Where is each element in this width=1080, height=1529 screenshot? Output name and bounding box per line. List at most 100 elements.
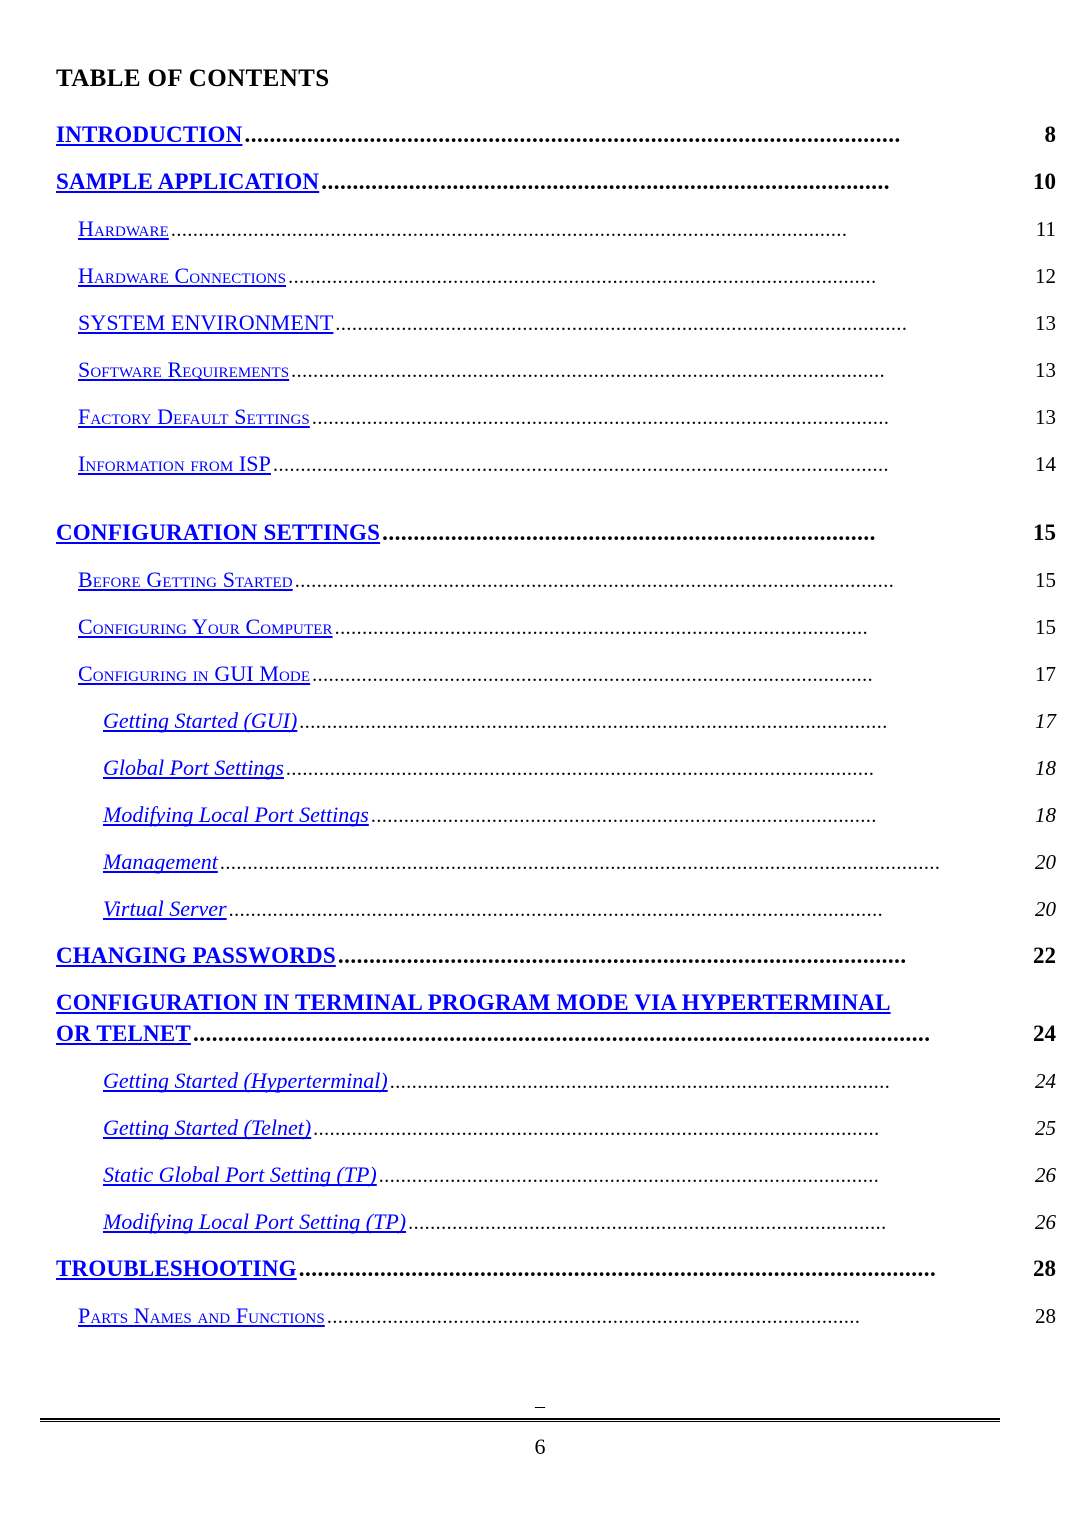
- toc-page-number: 13: [1035, 311, 1056, 335]
- toc-entry-row[interactable]: Hardware................................…: [0, 216, 1080, 263]
- toc-page-number: 20: [1035, 897, 1056, 921]
- toc-leader-dots: ........................................…: [334, 617, 869, 639]
- toc-leader-dots: ........................................…: [311, 407, 890, 429]
- toc-leader-dots: ........................................…: [285, 758, 875, 780]
- toc-leader-dots: ........................................…: [170, 219, 848, 241]
- toc-entry-multiline[interactable]: CONFIGURATION IN TERMINAL PROGRAM MODE V…: [0, 990, 1080, 1068]
- toc-entry-row[interactable]: Parts Names and Functions...............…: [0, 1303, 1080, 1350]
- toc-entry-label[interactable]: SAMPLE APPLICATION: [56, 169, 319, 195]
- toc-page-number: 26: [1035, 1163, 1056, 1187]
- toc-leader-dots: ........................................…: [378, 1165, 880, 1187]
- toc-entry-row[interactable]: Static Global Port Setting (TP).........…: [0, 1162, 1080, 1209]
- toc-entry-label[interactable]: Getting Started (GUI): [103, 708, 297, 734]
- toc-entry-label[interactable]: CONFIGURATION SETTINGS: [56, 520, 380, 546]
- toc-page-number: 12: [1035, 264, 1056, 288]
- toc-entry-row[interactable]: Hardware Connections....................…: [0, 263, 1080, 310]
- toc-entry-label[interactable]: INTRODUCTION: [56, 122, 242, 148]
- toc-entry-row[interactable]: Information from ISP....................…: [0, 451, 1080, 498]
- toc-entry-row[interactable]: Factory Default Settings................…: [0, 404, 1080, 451]
- toc-page-number: 14: [1035, 452, 1056, 476]
- toc-page-number: 15: [1035, 568, 1056, 592]
- toc-entry-row[interactable]: Configuring in GUI Mode.................…: [0, 661, 1080, 708]
- toc-entry-label[interactable]: Global Port Settings: [103, 755, 284, 781]
- toc-entry-row[interactable]: Virtual Server..........................…: [0, 896, 1080, 943]
- toc-leader-dots: ........................................…: [228, 899, 884, 921]
- toc-entry-row[interactable]: Getting Started (Telnet)................…: [0, 1115, 1080, 1162]
- toc-entry-label[interactable]: CHANGING PASSWORDS: [56, 943, 336, 969]
- toc-page-number: 8: [1044, 122, 1057, 147]
- toc-page-number: 13: [1035, 405, 1056, 429]
- table-of-contents-list: INTRODUCTION............................…: [0, 122, 1080, 1350]
- toc-entry-row[interactable]: SAMPLE APPLICATION......................…: [0, 169, 1080, 216]
- toc-leader-dots: ........................................…: [408, 1212, 887, 1234]
- toc-entry-label[interactable]: Before Getting Started: [78, 567, 293, 593]
- toc-entry-label[interactable]: TROUBLESHOOTING: [56, 1256, 297, 1282]
- toc-entry-row[interactable]: SYSTEM ENVIRONMENT......................…: [0, 310, 1080, 357]
- toc-entry-label[interactable]: Parts Names and Functions: [78, 1303, 325, 1329]
- toc-entry-row[interactable]: Modifying Local Port Settings...........…: [0, 802, 1080, 849]
- toc-page-number: 15: [1035, 615, 1056, 639]
- toc-page-number: 28: [1035, 1304, 1056, 1328]
- toc-leader-dots: ........................................…: [337, 943, 907, 968]
- footer-page-number: 6: [534, 1434, 546, 1459]
- toc-entry-label[interactable]: SYSTEM ENVIRONMENT: [78, 310, 333, 336]
- toc-page-number: 15: [1033, 520, 1056, 545]
- toc-leader-dots: ........................................…: [335, 313, 908, 335]
- toc-leader-dots: ........................................…: [321, 169, 890, 194]
- toc-leader-dots: ........................................…: [382, 520, 876, 545]
- toc-entry-row[interactable]: Modifying Local Port Setting (TP).......…: [0, 1209, 1080, 1256]
- toc-page-number: 10: [1033, 169, 1056, 194]
- toc-leader-dots: ........................................…: [313, 1118, 880, 1140]
- toc-entry-label-line2[interactable]: OR TELNET: [56, 1021, 191, 1047]
- toc-entry-label[interactable]: Virtual Server: [103, 896, 227, 922]
- toc-entry-row[interactable]: Configuring Your Computer...............…: [0, 614, 1080, 661]
- page-title: TABLE OF CONTENTS: [56, 65, 330, 92]
- toc-entry-label[interactable]: Management: [103, 849, 218, 875]
- toc-entry-label[interactable]: Static Global Port Setting (TP): [103, 1162, 377, 1188]
- toc-entry-row[interactable]: CONFIGURATION SETTINGS..................…: [0, 520, 1080, 567]
- toc-leader-dots: ........................................…: [298, 1256, 937, 1281]
- toc-entry-label[interactable]: Hardware Connections: [78, 263, 286, 289]
- toc-entry-row[interactable]: Before Getting Started..................…: [0, 567, 1080, 614]
- toc-entry-label[interactable]: Configuring in GUI Mode: [78, 661, 310, 687]
- toc-leader-dots: ........................................…: [299, 711, 888, 733]
- toc-entry-row[interactable]: Getting Started (GUI)...................…: [0, 708, 1080, 755]
- toc-leader-dots: ........................................…: [291, 360, 886, 382]
- toc-entry-label[interactable]: Getting Started (Telnet): [103, 1115, 311, 1141]
- toc-entry-label[interactable]: Getting Started (Hyperterminal): [103, 1068, 388, 1094]
- toc-leader-dots: ........................................…: [370, 805, 877, 827]
- toc-page-number: 28: [1033, 1256, 1056, 1281]
- toc-entry-row[interactable]: TROUBLESHOOTING.........................…: [0, 1256, 1080, 1303]
- toc-leader-dots: ........................................…: [192, 1021, 931, 1046]
- toc-page-number: 18: [1035, 756, 1056, 780]
- toc-page-number: 26: [1035, 1210, 1056, 1234]
- toc-entry-row[interactable]: Software Requirements...................…: [0, 357, 1080, 404]
- toc-entry-row[interactable]: Management..............................…: [0, 849, 1080, 896]
- toc-entry-label[interactable]: Factory Default Settings: [78, 404, 310, 430]
- toc-entry-label-line1[interactable]: CONFIGURATION IN TERMINAL PROGRAM MODE V…: [56, 990, 986, 1016]
- toc-entry-label[interactable]: Hardware: [78, 216, 169, 242]
- toc-entry-row[interactable]: Global Port Settings....................…: [0, 755, 1080, 802]
- toc-leader-dots: ........................................…: [389, 1071, 891, 1093]
- toc-leader-dots: ........................................…: [272, 454, 889, 476]
- toc-page-number: 17: [1035, 709, 1056, 733]
- toc-entry-label[interactable]: Modifying Local Port Setting (TP): [103, 1209, 406, 1235]
- toc-entry-label[interactable]: Configuring Your Computer: [78, 614, 333, 640]
- toc-page-number: 22: [1033, 943, 1056, 968]
- toc-entry-row[interactable]: CHANGING PASSWORDS......................…: [0, 943, 1080, 990]
- toc-entry-label[interactable]: Modifying Local Port Settings: [103, 802, 369, 828]
- toc-page-number: 24: [1035, 1069, 1056, 1093]
- toc-entry-row[interactable]: INTRODUCTION............................…: [0, 122, 1080, 169]
- toc-page-number: 24: [1033, 1021, 1056, 1046]
- toc-entry-label[interactable]: Information from ISP: [78, 451, 271, 477]
- footer-divider: [40, 1418, 1000, 1422]
- toc-leader-dots: ........................................…: [288, 266, 877, 288]
- toc-entry-label[interactable]: Software Requirements: [78, 357, 289, 383]
- toc-leader-dots: ........................................…: [244, 122, 901, 147]
- toc-page-number: 11: [1035, 217, 1056, 241]
- toc-entry-row[interactable]: Getting Started (Hyperterminal).........…: [0, 1068, 1080, 1115]
- toc-entry-row[interactable]: OR TELNET...............................…: [0, 1021, 1080, 1068]
- toc-leader-dots: ........................................…: [312, 664, 874, 686]
- toc-page-number: 18: [1035, 803, 1056, 827]
- toc-page-number: 17: [1035, 662, 1056, 686]
